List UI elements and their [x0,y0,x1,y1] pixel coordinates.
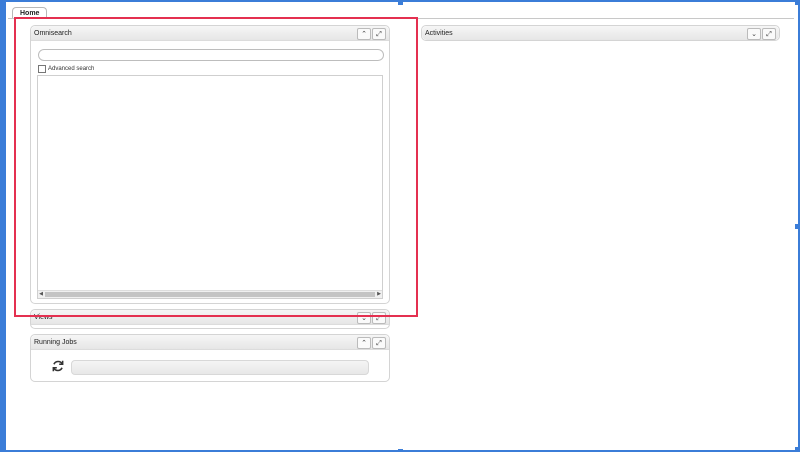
resize-handle-left[interactable] [0,224,5,229]
chevron-up-icon: ⌃ [361,339,367,347]
views-panel: Views ⌄ ⤢ [30,309,390,329]
activities-title: Activities [425,30,453,37]
omnisearch-header: Omnisearch ⌃ ⤢ [31,26,389,41]
running-jobs-panel: Running Jobs ⌃ ⤢ [30,334,390,382]
running-jobs-header: Running Jobs ⌃ ⤢ [31,335,389,350]
resize-handle-bottom-left[interactable] [0,447,5,452]
chevron-up-icon: ⌃ [361,30,367,38]
running-jobs-title: Running Jobs [34,339,77,346]
omnisearch-results-area: ◀ ▶ [37,75,383,299]
resize-handle-top-right[interactable] [795,0,800,5]
running-jobs-collapse-button[interactable]: ⌃ [357,337,371,349]
running-jobs-progress-bar [71,360,369,375]
chevron-down-icon: ⌄ [361,314,367,322]
activities-expand-button[interactable]: ⌄ [747,28,761,40]
scroll-right-icon[interactable]: ▶ [376,291,382,298]
maximize-icon: ⤢ [376,30,382,38]
activities-panel: Activities ⌄ ⤢ [421,25,780,41]
views-maximize-button[interactable]: ⤢ [372,312,386,324]
resize-handle-top[interactable] [398,0,403,5]
maximize-icon: ⤢ [766,30,772,38]
maximize-icon: ⤢ [376,314,382,322]
activities-maximize-button[interactable]: ⤢ [762,28,776,40]
omnisearch-maximize-button[interactable]: ⤢ [372,28,386,40]
maximize-icon: ⤢ [376,339,382,347]
omnisearch-collapse-button[interactable]: ⌃ [357,28,371,40]
advanced-search-row[interactable]: Advanced search [38,65,94,73]
running-jobs-maximize-button[interactable]: ⤢ [372,337,386,349]
omnisearch-title: Omnisearch [34,30,72,37]
omnisearch-panel: Omnisearch ⌃ ⤢ Advanced search ◀ ▶ [30,25,390,304]
omnisearch-search-input[interactable] [38,49,384,61]
scrollbar-thumb[interactable] [45,292,375,297]
resize-handle-right[interactable] [795,224,800,229]
advanced-search-checkbox[interactable] [38,65,46,73]
views-expand-button[interactable]: ⌄ [357,312,371,324]
views-title: Views [34,314,53,321]
horizontal-scrollbar[interactable]: ◀ ▶ [38,290,382,298]
advanced-search-label: Advanced search [48,66,95,72]
scroll-left-icon[interactable]: ◀ [38,291,44,298]
refresh-icon[interactable] [51,359,65,373]
resize-handle-bottom-right[interactable] [795,447,800,452]
chevron-down-icon: ⌄ [751,30,757,38]
views-header: Views ⌄ ⤢ [31,310,389,325]
activities-header: Activities ⌄ ⤢ [422,26,779,40]
resize-handle-top-left[interactable] [0,0,5,5]
